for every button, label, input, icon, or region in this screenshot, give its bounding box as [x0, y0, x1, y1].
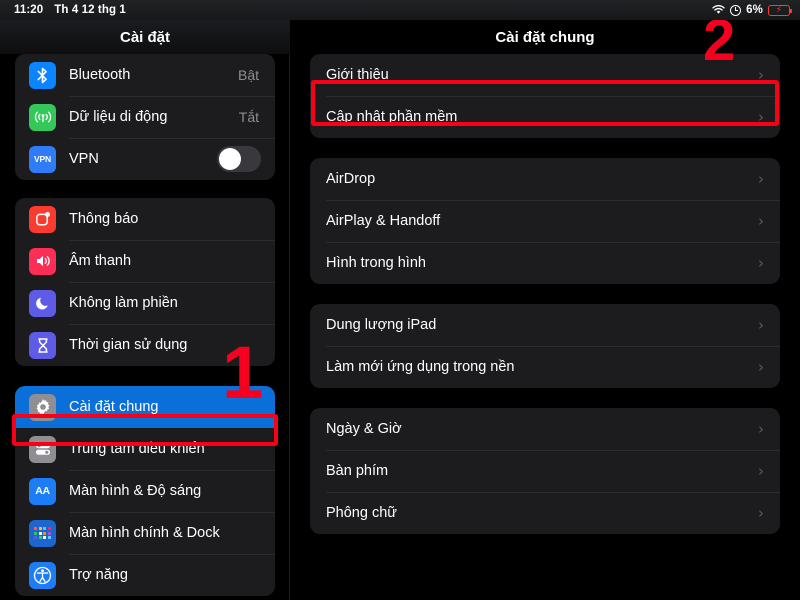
sidebar-item-notifications[interactable]: Thông báo [15, 198, 275, 240]
general-gap-2 [290, 284, 800, 304]
battery-percent: 6% [746, 4, 763, 16]
home-screen-dock-icon [29, 519, 56, 547]
wifi-icon [712, 5, 725, 15]
sidebar-item-label: Trợ năng [69, 567, 128, 583]
sidebar-item-label: Trung tâm điều khiển [69, 441, 205, 457]
chevron-right-icon: › [758, 503, 764, 522]
sidebar-item-label: Thông báo [69, 211, 139, 227]
general-item-label: Bàn phím [326, 463, 389, 479]
sidebar-item-control-center[interactable]: Trung tâm điều khiển [15, 428, 275, 470]
general-item-airplay-handoff[interactable]: AirPlay & Handoff › [310, 200, 780, 242]
status-date: Th 4 12 thg 1 [54, 4, 126, 16]
sidebar-item-label: Âm thanh [69, 253, 132, 269]
sidebar-item-label: Dữ liệu di động [69, 109, 168, 125]
chevron-right-icon: › [758, 253, 764, 272]
settings-sidebar[interactable]: Bluetooth Bật Dữ liệu di động Tắt VPN VP [0, 54, 290, 600]
chevron-right-icon: › [758, 357, 764, 376]
sidebar-item-label: Màn hình chính & Dock [69, 525, 220, 541]
general-item-fonts[interactable]: Phông chữ › [310, 492, 780, 534]
status-bar-left: 11:20 Th 4 12 thg 1 [14, 4, 126, 16]
display-brightness-icon: AA [29, 477, 56, 505]
cellular-state-value: Tắt [238, 109, 259, 125]
status-bar-right: 6% ⚡ [712, 4, 793, 16]
chevron-right-icon: › [758, 107, 764, 126]
sidebar-item-accessibility[interactable]: Trợ năng [15, 554, 275, 596]
vpn-icon: VPN [29, 145, 56, 173]
sidebar-group-system: Cài đặt chung Trung tâm điều khiển AA Mà… [15, 386, 275, 596]
sidebar-item-display-brightness[interactable]: AA Màn hình & Độ sáng [15, 470, 275, 512]
general-item-background-app-refresh[interactable]: Làm mới ứng dụng trong nền › [310, 346, 780, 388]
screen-time-icon [29, 331, 56, 359]
general-item-ipad-storage[interactable]: Dung lượng iPad › [310, 304, 780, 346]
general-item-label: Ngày & Giờ [326, 421, 402, 437]
sidebar-item-sounds[interactable]: Âm thanh [15, 240, 275, 282]
settings-pane-title: Cài đặt [0, 20, 290, 54]
ipad-settings-screen: 11:20 Th 4 12 thg 1 6% ⚡ Cài đặt Cài đặt… [0, 0, 800, 600]
do-not-disturb-icon [29, 289, 56, 317]
general-item-label: Dung lượng iPad [326, 317, 437, 333]
gear-icon [29, 393, 56, 421]
chevron-right-icon: › [758, 315, 764, 334]
annotation-step-1: 1 [222, 331, 264, 414]
general-item-date-time[interactable]: Ngày & Giờ › [310, 408, 780, 450]
general-settings-list[interactable]: Giới thiệu › Cập nhật phần mềm › AirDrop… [290, 54, 800, 600]
accessibility-icon [29, 561, 56, 589]
chevron-right-icon: › [758, 169, 764, 188]
toggle-knob [219, 148, 241, 170]
annotation-step-2: 2 [703, 8, 736, 73]
page-title-right: Cài đặt chung [495, 28, 595, 46]
page-title-left: Cài đặt [119, 28, 170, 46]
general-gap-3 [290, 388, 800, 408]
general-item-label: Cập nhật phần mềm [326, 109, 458, 125]
screen-lock-rotation-icon [730, 4, 742, 16]
control-center-icon [29, 435, 56, 463]
sidebar-item-bluetooth[interactable]: Bluetooth Bật [15, 54, 275, 96]
sidebar-item-vpn[interactable]: VPN VPN [15, 138, 275, 180]
sidebar-gap-1 [0, 180, 290, 198]
general-item-airdrop[interactable]: AirDrop › [310, 158, 780, 200]
vpn-toggle[interactable] [217, 146, 261, 172]
battery-charging-icon: ⚡ [768, 4, 793, 16]
bluetooth-icon [29, 61, 56, 89]
chevron-right-icon: › [758, 65, 764, 84]
sidebar-item-label: Không làm phiền [69, 295, 178, 311]
sidebar-item-cellular-data[interactable]: Dữ liệu di động Tắt [15, 96, 275, 138]
general-item-keyboard[interactable]: Bàn phím › [310, 450, 780, 492]
general-item-label: Phông chữ [326, 505, 397, 521]
general-item-label: Hình trong hình [326, 255, 426, 271]
cellular-data-icon [29, 103, 56, 131]
general-gap-1 [290, 138, 800, 158]
general-group-sharing: AirDrop › AirPlay & Handoff › Hình trong… [310, 158, 780, 284]
bluetooth-state-value: Bật [237, 67, 259, 83]
sidebar-group-connectivity: Bluetooth Bật Dữ liệu di động Tắt VPN VP [15, 54, 275, 180]
bolt-glyph: ⚡ [775, 4, 783, 15]
general-group-datetime: Ngày & Giờ › Bàn phím › Phông chữ › [310, 408, 780, 534]
general-item-label: Giới thiệu [326, 67, 389, 83]
general-item-label: Làm mới ứng dụng trong nền [326, 359, 515, 375]
sidebar-item-home-screen-dock[interactable]: Màn hình chính & Dock [15, 512, 275, 554]
sidebar-item-label: VPN [69, 151, 99, 167]
chevron-right-icon: › [758, 211, 764, 230]
status-time: 11:20 [14, 4, 44, 16]
status-bar: 11:20 Th 4 12 thg 1 6% ⚡ [0, 0, 800, 20]
general-item-label: AirPlay & Handoff [326, 213, 441, 229]
notifications-icon [29, 205, 56, 233]
chevron-right-icon: › [758, 461, 764, 480]
general-item-picture-in-picture[interactable]: Hình trong hình › [310, 242, 780, 284]
sidebar-item-label: Bluetooth [69, 67, 131, 83]
sounds-icon [29, 247, 56, 275]
general-group-storage: Dung lượng iPad › Làm mới ứng dụng trong… [310, 304, 780, 388]
general-item-software-update[interactable]: Cập nhật phần mềm › [310, 96, 780, 138]
chevron-right-icon: › [758, 419, 764, 438]
sidebar-item-do-not-disturb[interactable]: Không làm phiền [15, 282, 275, 324]
grid-dots [34, 526, 51, 540]
sidebar-item-label: Màn hình & Độ sáng [69, 483, 202, 499]
general-item-label: AirDrop [326, 171, 376, 187]
